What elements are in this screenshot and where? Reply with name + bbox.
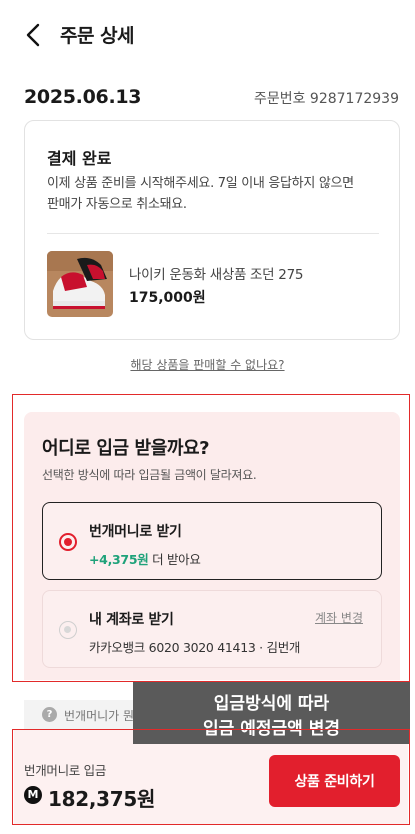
order-status-card: 결제 완료 이제 상품 준비를 시작해주세요. 7일 이내 응답하지 않으면 판… bbox=[24, 120, 400, 340]
question-icon: ? bbox=[42, 707, 57, 722]
annotation-box-deposit bbox=[12, 394, 410, 682]
status-description: 이제 상품 준비를 시작해주세요. 7일 이내 응답하지 않으면 판매가 자동으… bbox=[47, 176, 354, 212]
status-title: 결제 완료 bbox=[47, 149, 112, 168]
product-name: 나이키 운동화 새상품 조던 275 bbox=[129, 267, 304, 283]
header: 주문 상세 bbox=[0, 0, 415, 70]
product-price: 175,000원 bbox=[129, 290, 206, 306]
order-number: 주문번호 9287172939 bbox=[253, 91, 399, 107]
page-title: 주문 상세 bbox=[60, 25, 135, 47]
cannot-sell-link[interactable]: 해당 상품을 판매할 수 없나요? bbox=[0, 356, 415, 373]
chevron-left-icon[interactable] bbox=[22, 22, 46, 48]
product-image[interactable] bbox=[47, 251, 113, 317]
annotation-line-1: 입금방식에 따라 bbox=[213, 694, 330, 714]
divider bbox=[47, 233, 379, 234]
annotation-box-bottom bbox=[12, 729, 410, 825]
order-date: 2025.06.13 bbox=[24, 86, 142, 108]
